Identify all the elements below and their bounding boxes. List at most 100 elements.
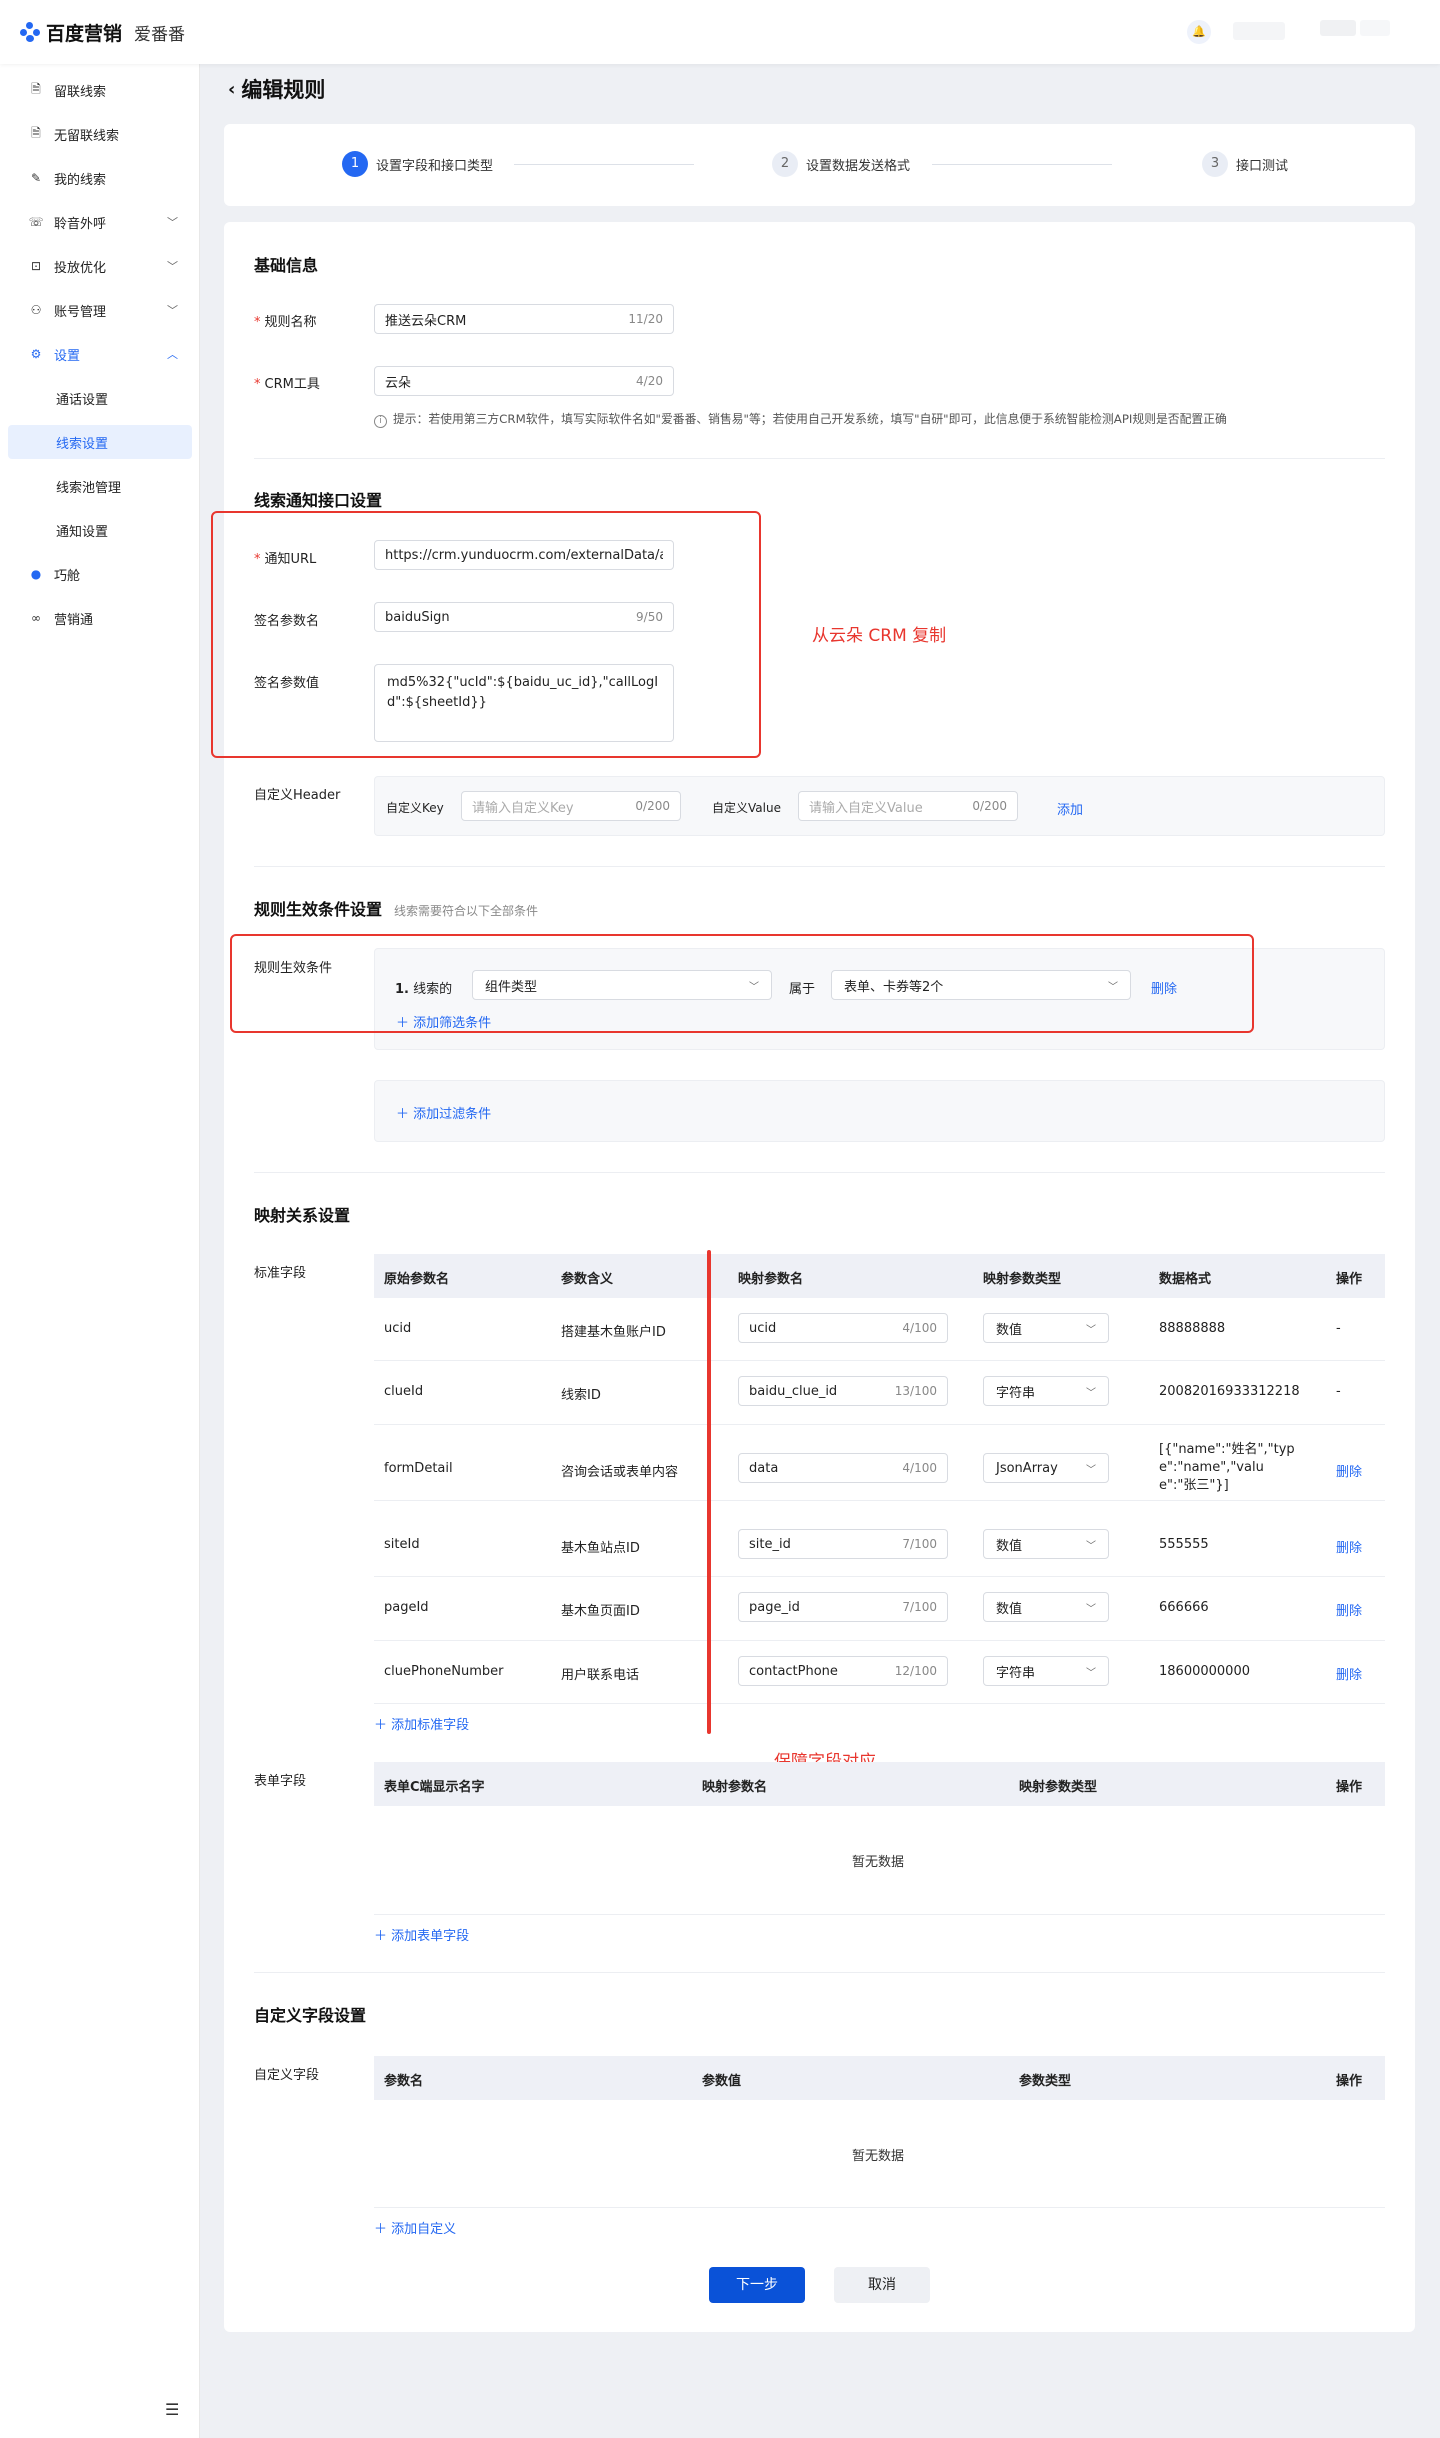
cell-format: 20082016933312218 xyxy=(1159,1384,1300,1399)
cell-delete-link[interactable]: 删除 xyxy=(1336,1664,1362,1683)
sidebar-item-unretained-leads[interactable]: 🗎 无留联线索 xyxy=(8,117,192,151)
bag-icon: ⊡ xyxy=(30,259,42,273)
cell-delete-link[interactable]: 删除 xyxy=(1336,1461,1362,1480)
col-header: 参数名 xyxy=(384,2074,424,2089)
cell-type-select[interactable]: 数值 ﹀ xyxy=(983,1592,1109,1622)
custom-table-header: 参数名 参数值 参数类型 操作 xyxy=(374,2056,1385,2100)
sidebar-item-label: 营销通 xyxy=(54,612,94,628)
annotation-box-crm-copy xyxy=(211,511,761,758)
account-placeholder[interactable] xyxy=(1233,22,1285,40)
bell-icon[interactable]: 🔔 xyxy=(1187,20,1211,44)
sidebar-sub-call-settings[interactable]: 通话设置 xyxy=(8,381,192,415)
sidebar-item-ad-optimization[interactable]: ⊡ 投放优化 ﹀ xyxy=(8,249,192,283)
sidebar-item-label: 设置 xyxy=(54,348,81,364)
sidebar-item-retained-leads[interactable]: 🗎 留联线索 xyxy=(8,73,192,107)
std-table-header: 原始参数名 参数含义 映射参数名 映射参数类型 数据格式 操作 xyxy=(374,1254,1385,1298)
cell-orig: cluePhoneNumber xyxy=(384,1664,504,1679)
doc-icon: 🗎 xyxy=(31,125,41,140)
add-form-field-link[interactable]: ＋ 添加表单字段 xyxy=(374,1925,469,1944)
crm-tool-label: * CRM工具 xyxy=(254,377,320,392)
add-header-link[interactable]: 添加 xyxy=(1057,799,1083,818)
sidebar-item-settings[interactable]: ⚙ 设置 ︿ xyxy=(8,337,192,371)
paw-logo-icon xyxy=(20,22,40,42)
divider xyxy=(254,1972,1385,1973)
user-icon: ⚇ xyxy=(30,303,42,317)
cell-type-select[interactable]: JsonArray ﹀ xyxy=(983,1453,1109,1483)
col-header: 表单C端显示名字 xyxy=(384,1780,485,1795)
chevron-down-icon: ﹀ xyxy=(1086,1324,1096,1336)
sidebar-item-label: 投放优化 xyxy=(54,260,107,276)
cell-map-input[interactable]: page_id 7/100 xyxy=(738,1592,948,1622)
cell-map-input[interactable]: contactPhone 12/100 xyxy=(738,1656,948,1686)
chevron-down-icon: ﹀ xyxy=(1086,1464,1096,1476)
page-title-text: 编辑规则 xyxy=(241,78,326,102)
add-std-field-link[interactable]: ＋ 添加标准字段 xyxy=(374,1714,469,1733)
cancel-button[interactable]: 取消 xyxy=(834,2267,930,2303)
form-table-header: 表单C端显示名字 映射参数名 映射参数类型 操作 xyxy=(374,1762,1385,1806)
sidebar-item-label: 留联线索 xyxy=(54,84,107,100)
link-icon: ∞ xyxy=(31,611,41,625)
sidebar-item-outbound-call[interactable]: ☏ 聆音外呼 ﹀ xyxy=(8,205,192,239)
rule-name-input[interactable]: 推送云朵CRM 11/20 xyxy=(374,304,674,334)
cell-map-input[interactable]: baidu_clue_id 13/100 xyxy=(738,1376,948,1406)
cell-type-select[interactable]: 数值 ﹀ xyxy=(983,1529,1109,1559)
sidebar-sub-label: 通知设置 xyxy=(56,524,109,540)
std-fields-label: 标准字段 xyxy=(254,1266,307,1281)
col-header: 操作 xyxy=(1336,1780,1363,1795)
step-1[interactable]: 1 设置字段和接口类型 xyxy=(342,151,493,177)
cell-meaning: 搭建基木鱼账户ID xyxy=(561,1325,666,1340)
sidebar-sub-notify-settings[interactable]: 通知设置 xyxy=(8,513,192,547)
custom-value-input[interactable]: 请输入自定义Value 0/200 xyxy=(798,791,1018,821)
sidebar-sub-lead-settings[interactable]: 线索设置 xyxy=(8,425,192,459)
step-3[interactable]: 3 接口测试 xyxy=(1202,151,1288,177)
cell-type-select[interactable]: 字符串 ﹀ xyxy=(983,1376,1109,1406)
cell-map-input[interactable]: data 4/100 xyxy=(738,1453,948,1483)
cell-delete-link[interactable]: 删除 xyxy=(1336,1600,1362,1619)
planet-icon: ● xyxy=(30,567,42,581)
cell-orig: pageId xyxy=(384,1600,429,1615)
form-table-empty: 暂无数据 xyxy=(852,1855,905,1870)
step-2[interactable]: 2 设置数据发送格式 xyxy=(772,151,910,177)
cell-delete-link[interactable]: 删除 xyxy=(1336,1537,1362,1556)
collapse-menu-icon[interactable]: ☰ xyxy=(165,2400,179,2419)
cell-format: 88888888 xyxy=(1159,1321,1226,1336)
custom-key-input[interactable]: 请输入自定义Key 0/200 xyxy=(461,791,681,821)
cell-meaning: 基木鱼页面ID xyxy=(561,1604,640,1619)
step-connector xyxy=(514,164,694,165)
next-step-button[interactable]: 下一步 xyxy=(709,2267,805,2303)
user-placeholder[interactable] xyxy=(1320,20,1356,36)
sidebar-item-account[interactable]: ⚇ 账号管理 ﹀ xyxy=(8,293,192,327)
cell-meaning: 咨询会话或表单内容 xyxy=(561,1465,679,1480)
step-label: 设置字段和接口类型 xyxy=(376,158,494,174)
sidebar-item-label: 我的线索 xyxy=(54,172,107,188)
brand-logo[interactable]: 百度营销 爱番番 xyxy=(20,20,185,45)
cell-type-select[interactable]: 字符串 ﹀ xyxy=(983,1656,1109,1686)
plus-icon: ＋ xyxy=(374,2222,388,2237)
chevron-down-icon: ﹀ xyxy=(167,216,178,229)
col-header: 映射参数名 xyxy=(738,1272,804,1287)
sidebar-item-my-leads[interactable]: ✎ 我的线索 xyxy=(8,161,192,195)
step-number: 1 xyxy=(342,151,368,177)
cell-format: 666666 xyxy=(1159,1600,1209,1615)
chevron-down-icon: ﹀ xyxy=(1086,1387,1096,1399)
user-placeholder-2[interactable] xyxy=(1360,20,1390,36)
crm-hint: i 提示：若使用第三方CRM软件，填写实际软件名如"爱番番、销售易"等；若使用自己… xyxy=(374,410,1388,428)
cell-map-input[interactable]: ucid 4/100 xyxy=(738,1313,948,1343)
sidebar-item-marketing[interactable]: ∞ 营销通 xyxy=(8,601,192,635)
step-label: 设置数据发送格式 xyxy=(806,158,911,174)
form-fields-label: 表单字段 xyxy=(254,1774,307,1789)
divider xyxy=(254,458,1385,459)
sidebar-sub-label: 线索设置 xyxy=(56,436,109,452)
back-chevron-icon[interactable]: ‹ xyxy=(228,79,235,100)
sidebar-item-qiaocang[interactable]: ● 巧舱 xyxy=(8,557,192,591)
step-label: 接口测试 xyxy=(1236,158,1289,174)
chevron-down-icon: ﹀ xyxy=(167,304,178,317)
sidebar-sub-lead-pool[interactable]: 线索池管理 xyxy=(8,469,192,503)
add-custom-link[interactable]: ＋ 添加自定义 xyxy=(374,2218,456,2237)
custom-header-label: 自定义Header xyxy=(254,788,341,803)
crm-tool-input[interactable]: 云朵 4/20 xyxy=(374,366,674,396)
cell-type-select[interactable]: 数值 ﹀ xyxy=(983,1313,1109,1343)
add-filter-link[interactable]: ＋ 添加过滤条件 xyxy=(396,1103,491,1122)
cell-meaning: 线索ID xyxy=(561,1388,601,1403)
cell-map-input[interactable]: site_id 7/100 xyxy=(738,1529,948,1559)
